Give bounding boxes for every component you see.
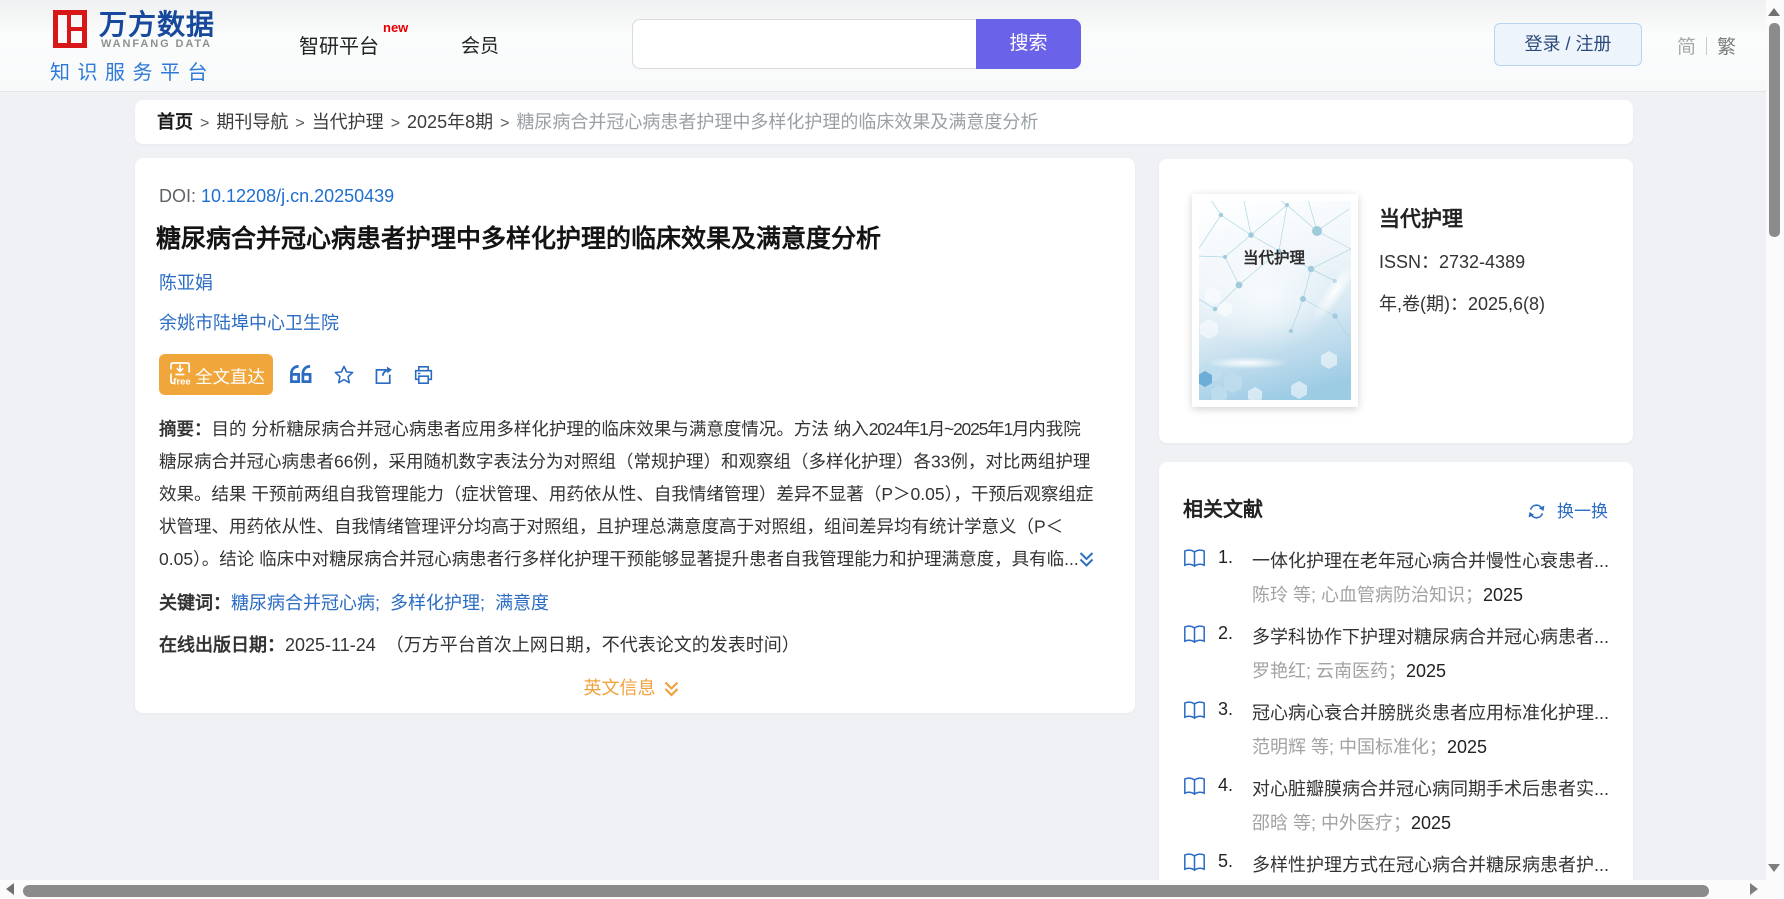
svg-text:当代护理: 当代护理 (1243, 248, 1306, 267)
svg-text:free: free (173, 377, 190, 387)
